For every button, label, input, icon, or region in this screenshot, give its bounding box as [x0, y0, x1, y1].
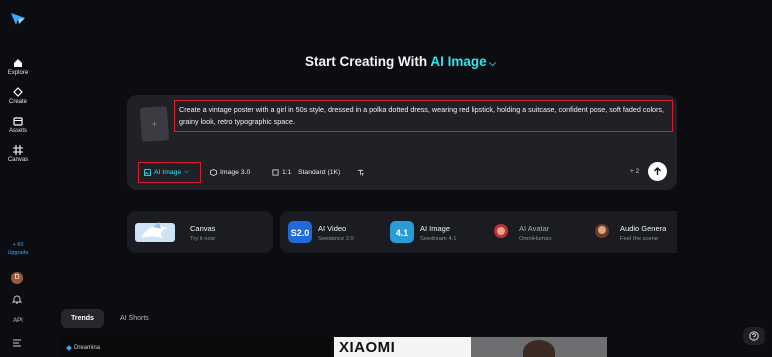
chevron-down-icon: ⌵	[486, 58, 496, 68]
chevron-down-icon: ⌵	[184, 169, 189, 175]
mode-dropdown[interactable]: AI Image ⌵	[430, 54, 496, 69]
gallery-item[interactable]: XIAOMI	[334, 337, 471, 357]
seedream-logo-icon: 4.1	[390, 221, 414, 243]
text-settings-button[interactable]	[357, 164, 364, 180]
tab-trends[interactable]: Trends	[61, 309, 104, 328]
mode-selector[interactable]: AI Image ⌵	[138, 162, 201, 183]
card-subtitle: Seedance 2.0	[318, 236, 354, 242]
credit-cost: + 2	[630, 168, 640, 175]
sidebar-item-label: Create	[8, 99, 27, 105]
card-subtitle: Try it now	[190, 236, 215, 242]
sidebar-item-canvas[interactable]: Canvas	[0, 145, 36, 163]
audio-portrait-icon	[595, 224, 609, 238]
mode-selector-label: AI Image	[154, 169, 182, 176]
card-subtitle: Seedream 4.1	[420, 236, 457, 242]
help-icon	[749, 331, 759, 341]
card-title: Audio Genera	[620, 224, 667, 233]
page-title: Start Creating With AI Image ⌵	[305, 54, 496, 69]
diamond-icon	[13, 87, 23, 97]
help-button[interactable]	[743, 327, 765, 345]
aspect-ratio-selector[interactable]: 1:1	[272, 164, 291, 180]
canvas-bird-icon	[135, 222, 175, 242]
upgrade-button[interactable]: + 60 Upgrade	[0, 241, 36, 257]
card-title: AI Image	[420, 224, 451, 233]
dreamina-logo-icon	[66, 345, 72, 351]
feature-card-audio[interactable]: Audio Genera Feel the scene	[582, 211, 677, 253]
text-size-icon	[357, 169, 364, 176]
card-title: AI Video	[318, 224, 347, 233]
card-title: AI Avatar	[519, 224, 550, 233]
gallery-item[interactable]	[471, 337, 607, 357]
bell-icon[interactable]	[12, 294, 22, 304]
card-title: Canvas	[190, 224, 216, 233]
svg-text:S2.0: S2.0	[291, 228, 310, 238]
plus-icon: +	[151, 118, 158, 130]
sidebar: Explore Create Assets Canvas + 60 Upgrad…	[0, 0, 36, 357]
feature-card-canvas[interactable]: Canvas Try it now	[127, 211, 273, 253]
home-icon	[14, 59, 22, 67]
mode-dropdown-label: AI Image	[430, 54, 487, 69]
tab-ai-shorts[interactable]: AI Shorts	[110, 309, 159, 328]
gallery-headline: XIAOMI	[339, 339, 396, 356]
seedance-logo-icon: S2.0	[288, 221, 312, 243]
sidebar-item-label: Explore	[7, 70, 29, 76]
card-subtitle: OmniHuman	[519, 236, 552, 242]
gallery-item[interactable]	[607, 337, 737, 357]
sidebar-item-assets[interactable]: Assets	[0, 116, 36, 134]
canvas-frame-icon	[13, 145, 23, 155]
sidebar-item-create[interactable]: Create	[0, 87, 36, 105]
quality-selector[interactable]: Standard (1K)	[298, 164, 340, 180]
portrait-thumbnail	[523, 340, 555, 357]
reference-image-upload[interactable]: +	[139, 106, 170, 142]
gallery-brand: Dreamina	[74, 345, 101, 351]
quality-label: Standard (1K)	[298, 168, 341, 176]
credit-count: + 60	[12, 242, 24, 248]
avatar-portrait-icon	[494, 224, 508, 238]
svg-text:4.1: 4.1	[396, 228, 409, 238]
cube-icon	[210, 168, 217, 176]
aspect-ratio-label: 1:1	[282, 168, 292, 176]
square-icon	[272, 168, 279, 176]
sidebar-item-explore[interactable]: Explore	[0, 58, 36, 76]
upgrade-label: Upgrade	[7, 250, 29, 256]
sidebar-item-label: Canvas	[7, 157, 29, 163]
folder-icon	[13, 117, 23, 126]
card-subtitle: Feel the scene	[620, 236, 659, 242]
arrow-up-icon	[654, 167, 661, 175]
prompt-input[interactable]: Create a vintage poster with a girl in 5…	[174, 100, 673, 132]
gallery-item[interactable]: Dreamina	[61, 337, 331, 357]
avatar[interactable]: D	[11, 272, 23, 284]
send-button[interactable]	[648, 162, 667, 181]
page-title-prefix: Start Creating With	[305, 54, 428, 69]
model-selector-label: Image 3.0	[220, 168, 251, 176]
api-link[interactable]: API	[0, 318, 36, 324]
app-logo-icon[interactable]	[10, 12, 26, 26]
menu-icon[interactable]	[12, 339, 22, 347]
image-icon	[144, 169, 151, 176]
sidebar-item-label: Assets	[8, 128, 27, 134]
model-selector[interactable]: Image 3.0	[210, 164, 250, 180]
